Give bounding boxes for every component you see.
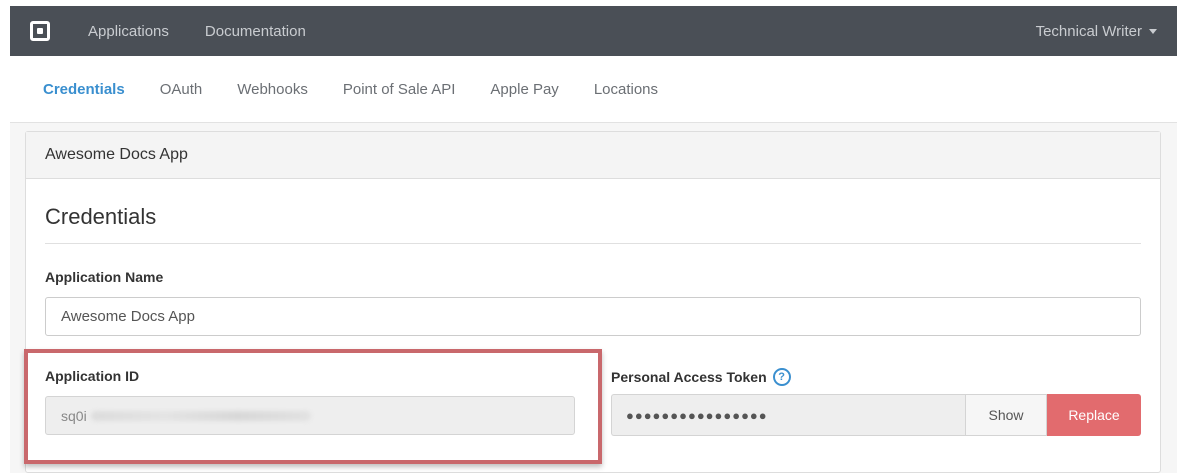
personal-access-token-label: Personal Access Token ? [611,368,791,386]
user-name: Technical Writer [1035,22,1142,40]
show-button[interactable]: Show [965,394,1047,436]
application-id-field[interactable]: sq0i [45,396,575,435]
application-id-label: Application ID [45,368,140,384]
application-name-label: Application Name [45,269,164,285]
panel-header: Awesome Docs App [26,132,1160,179]
user-menu[interactable]: Technical Writer [1036,23,1157,40]
token-input-group: ●●●●●●●●●●●●●●●● Show Replace [611,394,1141,436]
section-divider [45,243,1141,244]
tab-apple-pay[interactable]: Apple Pay [490,81,558,98]
application-name-input[interactable] [45,297,1141,336]
application-id-value: sq0i [61,407,87,424]
app-tabs: Credentials OAuth Webhooks Point of Sale… [10,56,1177,122]
page: Applications Documentation Technical Wri… [0,0,1187,473]
square-logo-icon[interactable] [30,21,50,41]
question-circle-icon[interactable]: ? [772,368,791,386]
tab-locations[interactable]: Locations [594,81,658,98]
token-label-text: Personal Access Token [611,369,767,385]
nav-documentation[interactable]: Documentation [205,23,306,40]
replace-button[interactable]: Replace [1047,394,1141,436]
caret-down-icon [1149,28,1157,34]
nav-applications[interactable]: Applications [88,23,169,40]
top-navbar: Applications Documentation Technical Wri… [10,6,1177,56]
section-title: Credentials [45,204,157,229]
personal-access-token-field[interactable]: ●●●●●●●●●●●●●●●● [611,394,965,436]
logo-inner-square [37,28,43,34]
tab-point-of-sale-api[interactable]: Point of Sale API [343,81,456,98]
credentials-panel: Awesome Docs App Credentials Application… [25,131,1161,473]
tab-webhooks[interactable]: Webhooks [237,81,308,98]
tab-oauth[interactable]: OAuth [160,81,203,98]
tab-credentials[interactable]: Credentials [43,81,125,98]
redacted-blur [90,410,311,421]
